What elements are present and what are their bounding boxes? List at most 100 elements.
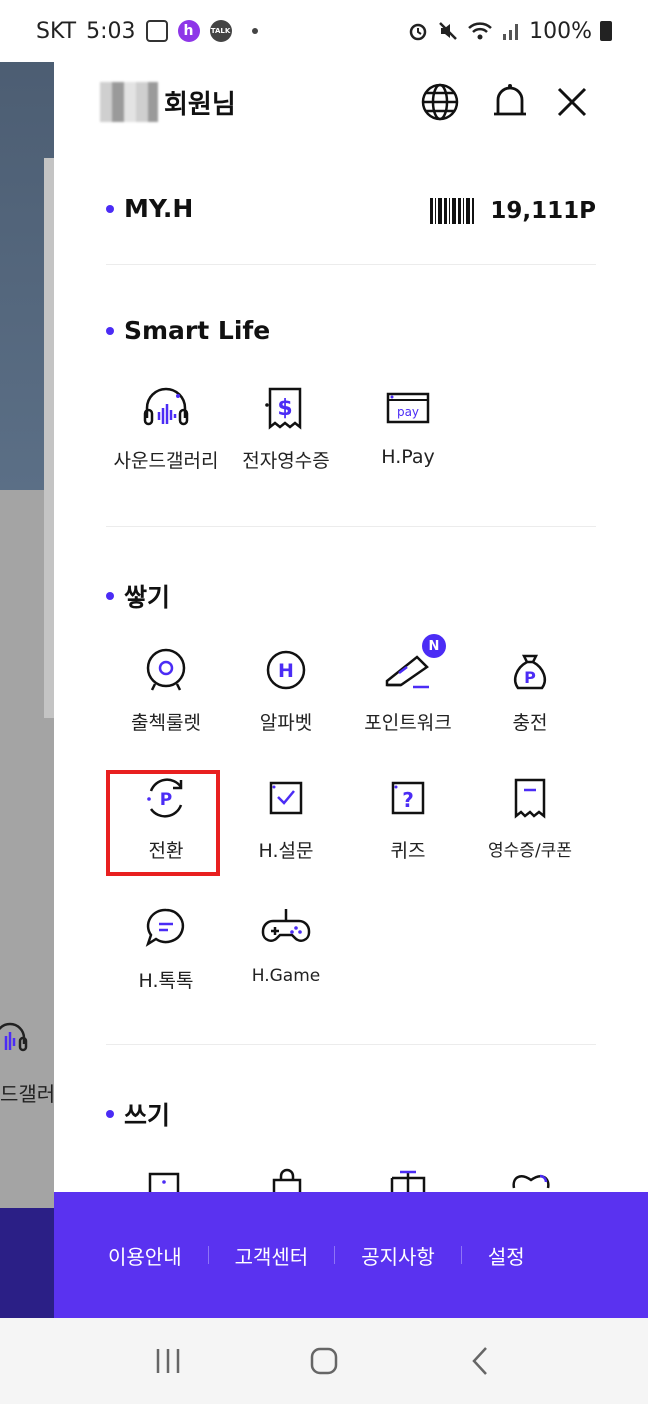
svg-text:P: P	[524, 668, 536, 687]
clock: 5:03	[86, 18, 136, 44]
menu-item-label: H.Game	[251, 966, 321, 986]
back-icon	[472, 1347, 487, 1375]
gift-icon[interactable]	[388, 1168, 428, 1194]
close-button[interactable]	[552, 82, 592, 122]
menu-item-sound-gallery[interactable]: 사운드갤러리	[106, 380, 226, 473]
menu-item-label: H.톡톡	[138, 970, 194, 992]
mute-icon	[439, 22, 457, 40]
back-button[interactable]	[460, 1341, 500, 1381]
menu-item-label: 알파벳	[259, 712, 313, 734]
gallery-icon	[145, 20, 168, 42]
my-section-title[interactable]: MY.H	[106, 194, 193, 223]
menu-item-convert[interactable]: P 전환	[106, 770, 226, 863]
footer-separator	[207, 1246, 209, 1264]
background-card	[44, 158, 54, 718]
menu-item-label: 사운드갤러리	[113, 450, 219, 472]
point-convert-icon: P	[147, 778, 183, 818]
section-divider	[106, 1044, 596, 1045]
menu-item-roulette[interactable]: 출첵룰렛	[106, 642, 226, 735]
roulette-icon	[146, 648, 186, 691]
menu-item-label: 전자영수증	[242, 450, 330, 472]
earn-section-title: 쌓기	[106, 578, 170, 614]
home-button[interactable]	[304, 1341, 344, 1381]
footer-link-customer-center[interactable]: 고객센터	[235, 1241, 309, 1270]
status-bar: SKT 5:03 h TALK 100%	[0, 0, 648, 62]
points-display[interactable]: 19,111P	[430, 198, 596, 224]
background-label: 드갤러리	[0, 1082, 54, 1106]
side-drawer: 회원님 MY.H 19,111P Smart Life 사운드갤러리 $ 전자영…	[54, 48, 648, 1318]
sound-gallery-icon	[143, 387, 189, 426]
bullet-dot	[106, 326, 114, 335]
svg-text:H: H	[278, 660, 294, 682]
menu-item-label: 퀴즈	[390, 840, 426, 862]
donation-icon[interactable]	[510, 1168, 552, 1194]
menu-item-label: 전환	[148, 840, 184, 862]
bullet-dot	[106, 204, 114, 213]
hpoint-app-icon: h	[177, 20, 200, 42]
system-nav-bar	[0, 1318, 648, 1404]
earn-title-text: 쌓기	[124, 583, 171, 612]
menu-item-label: 포인트워크	[364, 712, 452, 734]
chat-icon	[145, 908, 185, 947]
footer-separator	[460, 1246, 462, 1264]
e-receipt-icon: $	[265, 387, 302, 430]
bell-icon	[494, 84, 526, 116]
money-bag-icon: P	[514, 654, 546, 690]
menu-item-hpay[interactable]: pay H.Pay	[348, 380, 468, 468]
menu-item-receipt-coupon[interactable]: 영수증/쿠폰	[470, 770, 590, 861]
close-icon	[557, 87, 587, 117]
footer-link-guide[interactable]: 이용안내	[108, 1241, 182, 1270]
spend-section-title: 쓰기	[106, 1096, 170, 1132]
recent-apps-icon	[156, 1349, 180, 1373]
language-button[interactable]	[420, 82, 460, 122]
recent-apps-button[interactable]	[148, 1341, 188, 1381]
svg-text:pay: pay	[397, 405, 419, 419]
background-app: 드갤러리	[0, 48, 54, 1318]
headphone-icon	[0, 1022, 28, 1052]
drawer-footer: 이용안내 고객센터 공지사항 설정	[54, 1192, 648, 1318]
menu-item-alphabet[interactable]: H 알파벳	[226, 642, 346, 735]
smart-life-title-text: Smart Life	[124, 316, 271, 345]
member-label: 회원님	[164, 90, 236, 120]
notification-button[interactable]	[490, 82, 530, 122]
menu-item-quiz[interactable]: ? 퀴즈	[348, 770, 468, 863]
menu-item-label: 충전	[512, 712, 548, 734]
alphabet-icon: H	[266, 650, 306, 690]
hpay-icon: pay	[386, 392, 430, 424]
menu-item-point-walk[interactable]: N 포인트워크	[348, 634, 468, 735]
alarm-icon	[409, 23, 427, 41]
footer-separator	[334, 1246, 336, 1264]
receipt-coupon-icon	[514, 778, 546, 819]
menu-item-survey[interactable]: H.설문	[226, 770, 346, 863]
points-value: 19,111P	[490, 198, 596, 224]
svg-text:P: P	[160, 790, 172, 810]
globe-icon	[421, 83, 459, 121]
kakaotalk-icon: TALK	[209, 20, 232, 42]
wifi-icon	[468, 22, 492, 40]
barcode-icon	[430, 198, 475, 224]
menu-item-e-receipt[interactable]: $ 전자영수증	[226, 380, 346, 473]
drawer-header: 회원님	[54, 48, 648, 158]
store-icon[interactable]	[146, 1170, 182, 1194]
shopping-bag-icon[interactable]	[268, 1168, 306, 1194]
menu-item-label: H.설문	[258, 840, 314, 862]
quiz-icon: ?	[391, 781, 425, 815]
my-title-text: MY.H	[124, 194, 194, 223]
battery-percent: 100%	[529, 18, 592, 44]
footer-link-notices[interactable]: 공지사항	[361, 1241, 435, 1270]
signal-icon	[503, 24, 519, 40]
survey-icon	[269, 781, 303, 815]
svg-text:?: ?	[402, 788, 414, 812]
carrier-label: SKT	[36, 18, 77, 44]
menu-item-charge[interactable]: P 충전	[470, 642, 590, 735]
footer-link-settings[interactable]: 설정	[488, 1241, 525, 1270]
section-divider	[106, 264, 596, 265]
member-name-blurred	[100, 82, 158, 122]
menu-item-htoktok[interactable]: H.톡톡	[106, 900, 226, 993]
menu-item-hgame[interactable]: H.Game	[226, 900, 346, 986]
section-divider	[106, 526, 596, 527]
smart-life-section-title: Smart Life	[106, 316, 270, 345]
svg-text:$: $	[277, 396, 292, 421]
menu-item-label: H.Pay	[381, 446, 435, 468]
bullet-dot	[106, 1110, 114, 1118]
